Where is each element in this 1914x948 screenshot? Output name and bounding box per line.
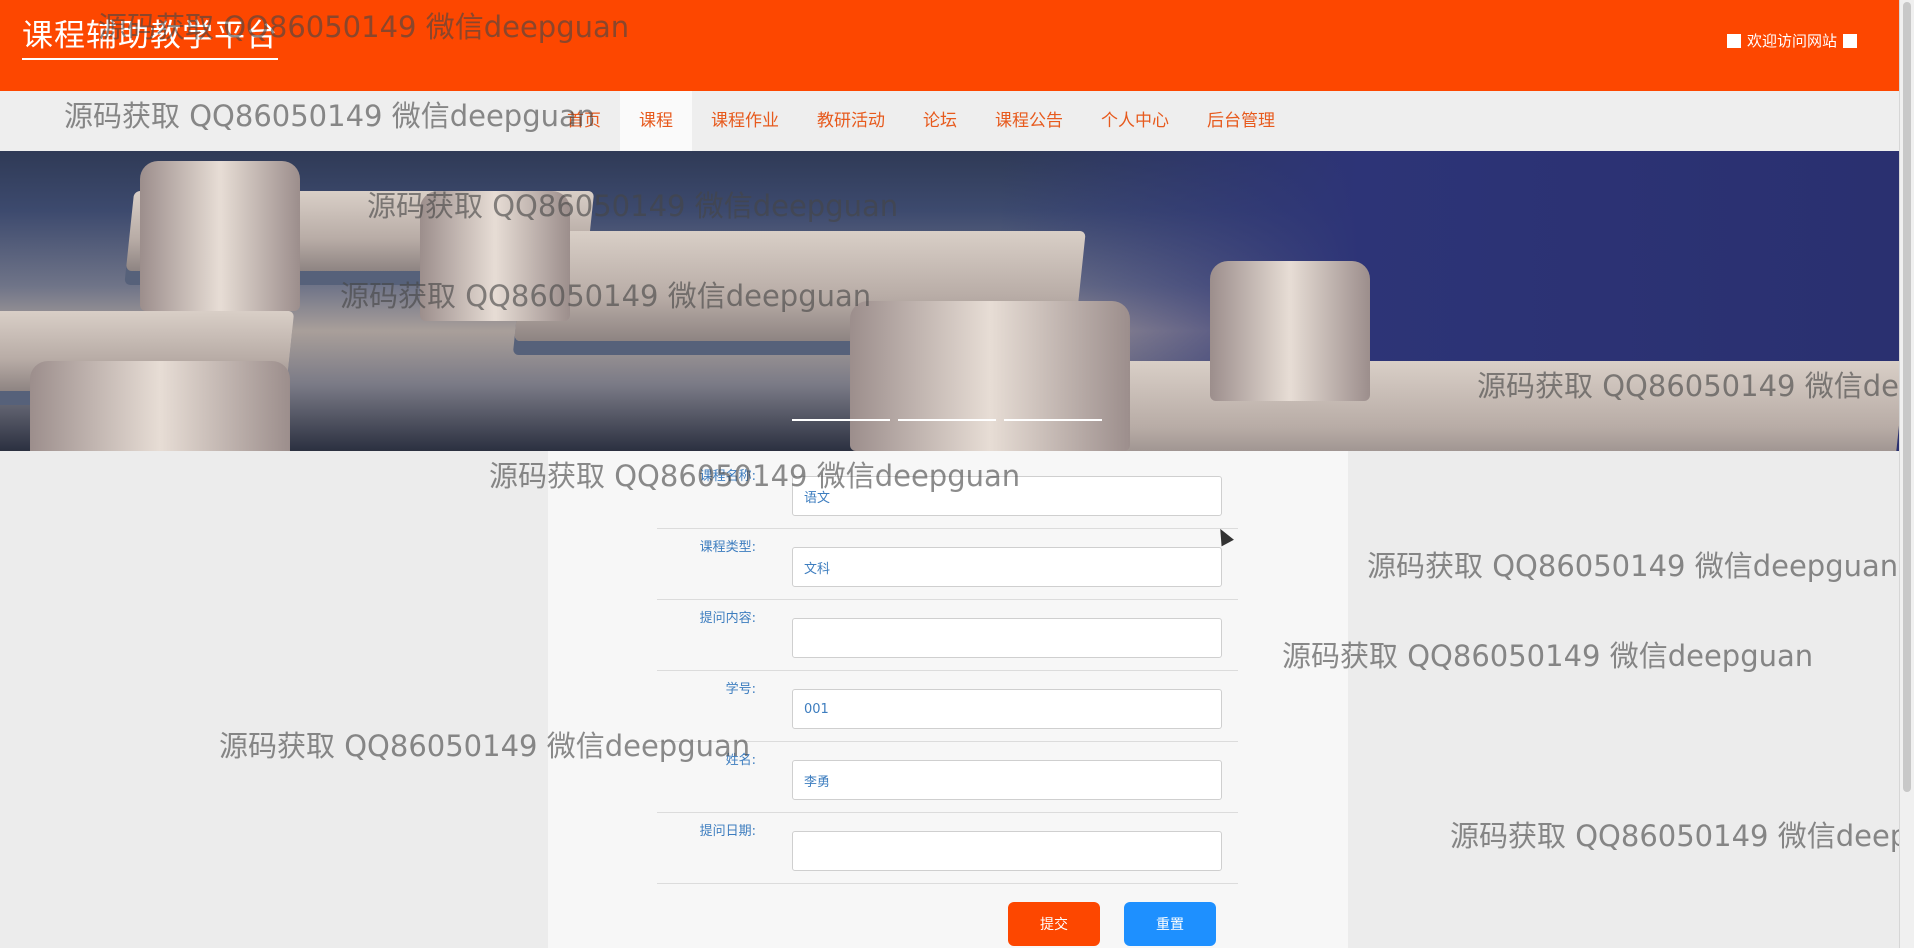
vertical-scrollbar[interactable] — [1899, 0, 1914, 948]
submit-button[interactable]: 提交 — [1008, 902, 1100, 946]
watermark-text: 源码获取 QQ86050149 微信deepguan — [1367, 549, 1899, 583]
banner-desk — [1074, 361, 1899, 451]
main-nav: 首页 课程 课程作业 教研活动 论坛 课程公告 个人中心 后台管理 — [0, 91, 1899, 151]
nav-item-admin[interactable]: 后台管理 — [1188, 91, 1294, 151]
form-row-question-content: 提问内容: — [657, 600, 1238, 671]
course-type-label: 课程类型: — [699, 540, 756, 555]
question-form: 课程名称: 课程类型: 提问内容: 学号: 姓名: 提问日期: — [657, 458, 1238, 884]
site-title[interactable]: 课程辅助教学平台 — [22, 18, 278, 61]
carousel-indicators — [792, 419, 1102, 421]
question-content-field[interactable] — [792, 618, 1222, 658]
watermark-text: 源码获取 QQ86050149 微信deepguan — [1450, 819, 1914, 853]
form-row-course-name: 课程名称: — [657, 458, 1238, 529]
question-date-label: 提问日期: — [699, 824, 756, 839]
question-content-label: 提问内容: — [699, 611, 756, 626]
form-row-name: 姓名: — [657, 742, 1238, 813]
course-name-field[interactable] — [792, 476, 1222, 516]
scrollbar-thumb[interactable] — [1903, 2, 1911, 792]
form-actions: 提交 重置 — [1008, 902, 1216, 946]
top-header: 课程辅助教学平台 欢迎访问网站 — [0, 0, 1899, 91]
nav-item-home[interactable]: 首页 — [548, 91, 620, 151]
watermark-text: 源码获取 QQ86050149 微信deepguan — [1282, 639, 1814, 673]
banner-chair — [850, 301, 1130, 451]
square-icon — [1843, 33, 1857, 48]
form-row-question-date: 提问日期: — [657, 813, 1238, 884]
student-id-label: 学号: — [725, 682, 756, 697]
nav-item-course-homework[interactable]: 课程作业 — [692, 91, 798, 151]
nav-item-research-activities[interactable]: 教研活动 — [798, 91, 904, 151]
form-row-student-id: 学号: — [657, 671, 1238, 742]
banner-chair — [30, 361, 290, 451]
name-label: 姓名: — [725, 753, 756, 768]
nav-item-courses[interactable]: 课程 — [620, 91, 692, 151]
reset-button[interactable]: 重置 — [1124, 902, 1216, 946]
banner-chair — [140, 161, 300, 311]
name-field[interactable] — [792, 760, 1222, 800]
banner-chair — [420, 191, 570, 321]
nav-item-personal-center[interactable]: 个人中心 — [1082, 91, 1188, 151]
carousel-indicator[interactable] — [898, 419, 996, 421]
student-id-field[interactable] — [792, 689, 1222, 729]
welcome-text: 欢迎访问网站 — [1746, 32, 1837, 50]
form-row-course-type: 课程类型: — [657, 529, 1238, 600]
banner-carousel — [0, 151, 1899, 451]
carousel-indicator[interactable] — [1004, 419, 1102, 421]
banner-chair — [1210, 261, 1370, 401]
nav-item-forum[interactable]: 论坛 — [904, 91, 976, 151]
nav-item-course-announcements[interactable]: 课程公告 — [976, 91, 1082, 151]
carousel-indicator[interactable] — [792, 419, 890, 421]
square-icon — [1726, 33, 1741, 48]
welcome-banner: 欢迎访问网站 — [1726, 30, 1857, 51]
question-date-field[interactable] — [792, 831, 1222, 871]
course-type-field[interactable] — [792, 547, 1222, 587]
course-name-label: 课程名称: — [699, 469, 756, 484]
